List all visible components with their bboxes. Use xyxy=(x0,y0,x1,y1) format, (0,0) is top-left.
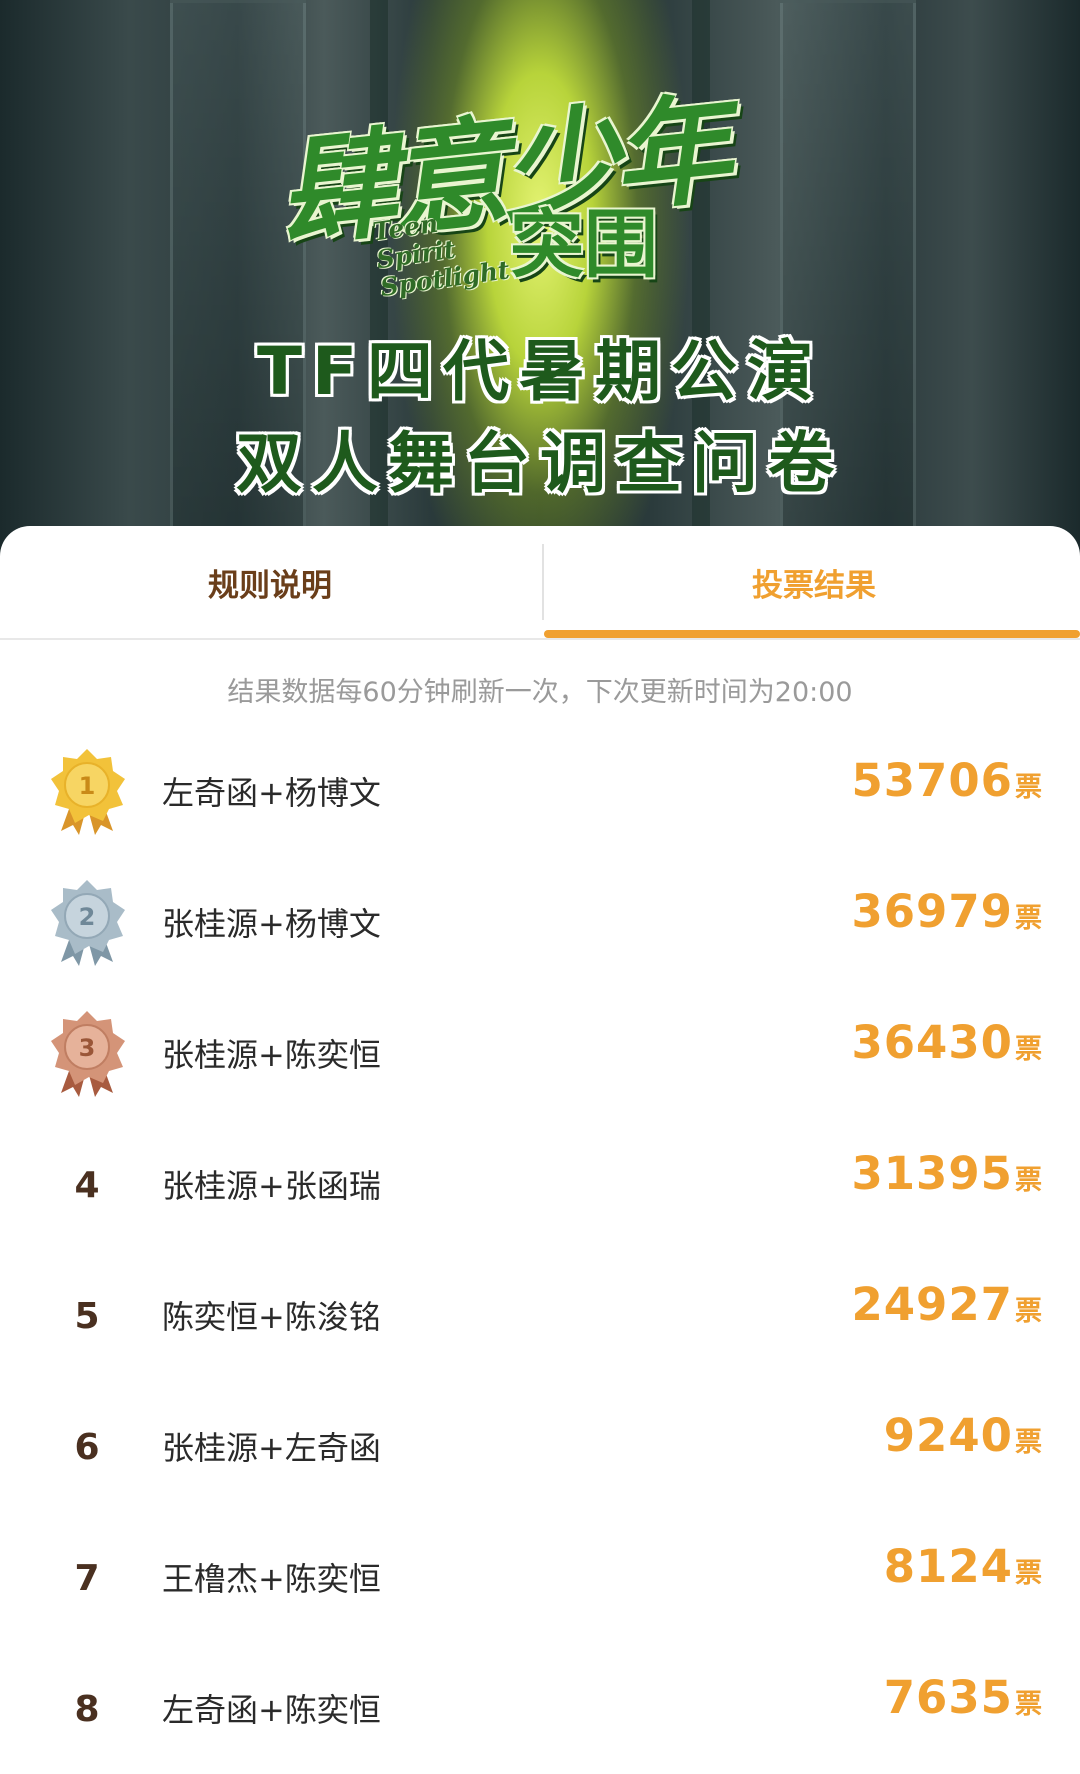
vote-unit: 票 xyxy=(1015,1296,1042,1327)
rank-number-text: 6 xyxy=(74,1426,100,1468)
vote-count: 7635 票 xyxy=(884,1671,1042,1724)
vote-unit: 票 xyxy=(1015,1034,1042,1065)
result-row: 1 左奇函+杨博文 53706 票 xyxy=(0,726,1080,857)
banner-image: 肆意少年 突围 Teen Spirit Spotlight TF四代暑期公演 双… xyxy=(0,0,1080,560)
pair-name: 张桂源+左奇函 xyxy=(162,1429,381,1467)
vote-count: 8124 票 xyxy=(884,1540,1042,1593)
result-row: 5 陈奕恒+陈浚铭 24927 票 xyxy=(0,1250,1080,1381)
rank-number-text: 4 xyxy=(74,1164,100,1206)
vote-unit: 票 xyxy=(1015,1558,1042,1589)
result-row: 4 张桂源+张函瑞 31395 票 xyxy=(0,1119,1080,1250)
vote-unit: 票 xyxy=(1015,1427,1042,1458)
rank-number: 5 xyxy=(42,1266,132,1366)
svg-text:2: 2 xyxy=(79,903,96,931)
rank-number-text: 8 xyxy=(74,1688,100,1730)
vote-unit: 票 xyxy=(1015,1689,1042,1720)
vote-count: 24927 票 xyxy=(851,1278,1042,1331)
vote-unit: 票 xyxy=(1015,1165,1042,1196)
svg-text:1: 1 xyxy=(79,772,96,800)
vote-count: 36430 票 xyxy=(851,1016,1042,1069)
vote-count: 53706 票 xyxy=(851,754,1042,807)
vote-number: 8124 xyxy=(883,1540,1013,1593)
pair-name: 左奇函+杨博文 xyxy=(162,774,381,812)
result-row: 3 张桂源+陈奕恒 36430 票 xyxy=(0,988,1080,1119)
bronze-medal-icon: 3 xyxy=(42,1004,132,1104)
rank-number: 8 xyxy=(42,1659,132,1759)
vote-count: 36979 票 xyxy=(851,885,1042,938)
banner-title-line1: TF四代暑期公演 xyxy=(256,333,824,410)
vote-unit: 票 xyxy=(1015,903,1042,934)
rank-number: 4 xyxy=(42,1135,132,1235)
vote-number: 7635 xyxy=(883,1671,1013,1724)
tab-results[interactable]: 投票结果 xyxy=(544,526,1080,638)
vote-number: 24927 xyxy=(851,1278,1013,1331)
tab-bar: 规则说明 投票结果 xyxy=(0,526,1080,640)
vote-number: 36979 xyxy=(851,885,1013,938)
pair-name: 王橹杰+陈奕恒 xyxy=(162,1560,381,1598)
gold-medal-icon: 1 xyxy=(42,742,132,842)
vote-number: 53706 xyxy=(851,754,1013,807)
refresh-notice: 结果数据每60分钟刷新一次，下次更新时间为20:00 xyxy=(227,677,853,708)
rank-number: 7 xyxy=(42,1528,132,1628)
vote-number: 9240 xyxy=(883,1409,1013,1462)
tab-rules[interactable]: 规则说明 xyxy=(0,526,540,638)
pair-name: 张桂源+陈奕恒 xyxy=(162,1036,381,1074)
results-card: 规则说明 投票结果 结果数据每60分钟刷新一次，下次更新时间为20:00 1 左… xyxy=(0,526,1080,1753)
vote-number: 36430 xyxy=(851,1016,1013,1069)
vote-unit: 票 xyxy=(1015,772,1042,803)
show-logo-subtitle: 突围 xyxy=(510,202,658,288)
show-logo-english: Teen Spirit Spotlight xyxy=(371,198,531,302)
active-tab-indicator xyxy=(544,630,1080,638)
result-row: 7 王橹杰+陈奕恒 8124 票 xyxy=(0,1512,1080,1643)
banner-title-line2: 双人舞台调查问卷 xyxy=(236,425,844,502)
result-row: 2 张桂源+杨博文 36979 票 xyxy=(0,857,1080,988)
result-row: 8 左奇函+陈奕恒 7635 票 xyxy=(0,1643,1080,1774)
vote-count: 31395 票 xyxy=(851,1147,1042,1200)
silver-medal-icon: 2 xyxy=(42,873,132,973)
rank-number-text: 7 xyxy=(74,1557,100,1599)
result-row: 6 张桂源+左奇函 9240 票 xyxy=(0,1381,1080,1512)
pair-name: 左奇函+陈奕恒 xyxy=(162,1691,381,1729)
rank-number: 6 xyxy=(42,1397,132,1497)
pair-name: 张桂源+张函瑞 xyxy=(162,1167,381,1205)
rank-number-text: 5 xyxy=(74,1295,100,1337)
pair-name: 陈奕恒+陈浚铭 xyxy=(162,1298,381,1336)
pair-name: 张桂源+杨博文 xyxy=(162,905,381,943)
svg-text:3: 3 xyxy=(79,1034,96,1062)
vote-count: 9240 票 xyxy=(884,1409,1042,1462)
vote-number: 31395 xyxy=(851,1147,1013,1200)
